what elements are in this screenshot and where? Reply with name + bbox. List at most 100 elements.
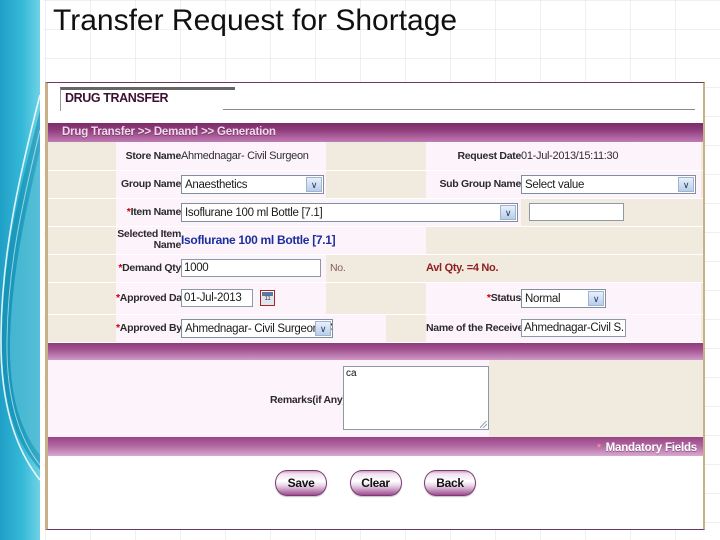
item-name-selected-value: Isoflurane 100 ml Bottle [7.1] <box>185 206 323 219</box>
row-store-name: Store Name Ahmednagar- Civil Surgeon Req… <box>48 142 703 171</box>
header-rule <box>223 109 695 110</box>
chevron-down-icon: ∨ <box>678 176 694 192</box>
row3-right-pad <box>701 198 703 227</box>
approved-date-field-cell: 01-Jul-2013 <box>181 282 326 315</box>
save-button[interactable]: Save <box>275 469 328 496</box>
remarks-label: Remarks(if Any) <box>270 393 346 406</box>
row-demand-qty: *Demand Qty 1000 No. Avl Qty. =4 No. <box>48 254 703 283</box>
status-selected-value: Normal <box>525 292 561 305</box>
slide-canvas: Transfer Request for Shortage DRUG TRANS… <box>0 0 720 540</box>
row-item-name: *Item Name Isoflurane 100 ml Bottle [7.1… <box>48 198 703 227</box>
row6-right-pad <box>701 282 703 315</box>
row4-pad-b <box>521 226 701 255</box>
tab-title: DRUG TRANSFER <box>65 91 169 105</box>
request-date-value-cell: 01-Jul-2013/15:11:30 <box>521 142 701 171</box>
resize-grip-icon[interactable] <box>480 420 487 428</box>
chevron-down-icon: ∨ <box>588 290 604 306</box>
row6-pad-b <box>386 282 426 315</box>
approved-by-select[interactable]: Ahmednagar- Civil Surgeon - Ahmednagar ∨ <box>181 318 333 338</box>
row2-mid-pad2 <box>386 170 426 199</box>
chevron-down-icon: ∨ <box>306 176 322 192</box>
status-field-cell: Normal ∨ <box>521 282 701 315</box>
row2-right-pad <box>701 170 703 199</box>
demand-qty-unit-cell: No. <box>326 254 386 283</box>
mandatory-fields-text: Mandatory Fields <box>605 441 698 454</box>
row5-left-pad <box>48 254 116 283</box>
sub-group-name-label: Sub Group Name <box>426 170 521 199</box>
row2-left-pad <box>48 170 116 199</box>
selected-item-label-line2: Name <box>153 239 182 251</box>
row6-pad-a <box>326 282 386 315</box>
calendar-icon[interactable] <box>260 290 276 306</box>
back-button[interactable]: Back <box>423 469 476 496</box>
row-approved-by: *Approved By Ahmednagar- Civil Surgeon -… <box>48 314 703 343</box>
request-date-label: Request Date <box>426 142 521 171</box>
item-extra-input[interactable] <box>529 203 624 221</box>
row-group-name: Group Name Anaesthetics ∨ Sub Group Name… <box>48 170 703 199</box>
status-label-cell: *Status <box>426 282 522 315</box>
group-name-selected-value: Anaesthetics <box>185 178 248 191</box>
row1-right-pad <box>701 142 703 171</box>
row1-left-pad <box>48 142 116 171</box>
clear-button[interactable]: Clear <box>349 469 402 496</box>
breadcrumb: Drug Transfer >> Demand >> Generation <box>48 123 703 142</box>
row2-mid-pad <box>326 170 386 199</box>
selected-item-value-cell: Isoflurane 100 ml Bottle [7.1] <box>181 226 426 255</box>
row3-left-pad <box>48 198 116 227</box>
store-name-label: Store Name <box>116 142 181 171</box>
remarks-textarea[interactable]: ca <box>343 365 489 430</box>
selected-item-value: Isoflurane 100 ml Bottle [7.1] <box>181 233 336 247</box>
mandatory-fields-bar: * Mandatory Fields <box>48 436 703 456</box>
row5-pad <box>386 254 426 283</box>
item-name-select[interactable]: Isoflurane 100 ml Bottle [7.1] ∨ <box>181 202 518 222</box>
row-selected-item: Selected Item Name Isoflurane 100 ml Bot… <box>48 226 703 255</box>
row4-left-pad <box>48 226 116 255</box>
demand-qty-label: Demand Qty <box>122 262 181 274</box>
demand-qty-input[interactable]: 1000 <box>181 259 321 277</box>
button-row: Save Clear Back <box>48 455 703 528</box>
request-date-value: 01-Jul-2013/15:11:30 <box>521 149 619 162</box>
app-tab-header: DRUG TRANSFER <box>48 83 703 123</box>
group-name-field-cell: Anaesthetics ∨ <box>181 170 326 199</box>
approved-date-label-cell: *Approved Date <box>116 282 191 315</box>
sub-group-name-select[interactable]: Select value ∨ <box>521 174 696 194</box>
row7-right-pad <box>701 314 703 343</box>
sub-group-field-cell: Select value ∨ <box>521 170 701 199</box>
application-screenshot: DRUG TRANSFER Drug Transfer >> Demand >>… <box>45 82 705 530</box>
demand-qty-label-cell: *Demand Qty <box>116 254 181 283</box>
store-name-value-cell: Ahmednagar- Civil Surgeon <box>181 142 326 171</box>
approved-by-selected-value: Ahmednagar- Civil Surgeon - Ahmednagar <box>185 322 332 335</box>
row4-pad-a <box>426 226 521 255</box>
form-table: Store Name Ahmednagar- Civil Surgeon Req… <box>48 142 703 343</box>
item-name-label-cell: *Item Name <box>116 198 182 227</box>
row7-left-pad <box>48 314 116 343</box>
approved-date-input[interactable]: 01-Jul-2013 <box>181 289 253 307</box>
approved-by-field-cell: Ahmednagar- Civil Surgeon - Ahmednagar ∨ <box>181 314 386 343</box>
chevron-down-icon: ∨ <box>315 320 331 336</box>
avl-qty-text: Avl Qty. =4 No. <box>426 262 499 274</box>
group-name-select[interactable]: Anaesthetics ∨ <box>181 174 324 194</box>
form-container: Store Name Ahmednagar- Civil Surgeon Req… <box>48 142 703 343</box>
chevron-down-icon: ∨ <box>500 204 516 220</box>
remarks-right-filler <box>489 359 703 437</box>
row5-right-pad <box>701 254 703 283</box>
mandatory-star-icon: * <box>596 441 602 454</box>
item-name-field-cell: Isoflurane 100 ml Bottle [7.1] ∨ <box>181 198 521 227</box>
store-name-value: Ahmednagar- Civil Surgeon <box>181 149 309 162</box>
row1-mid-pad2 <box>386 142 426 171</box>
demand-qty-field-cell: 1000 <box>181 254 326 283</box>
sub-group-selected-value: Select value <box>525 178 585 191</box>
decorative-left-band <box>0 0 44 540</box>
receiver-field-cell: Ahmednagar-Civil S. <box>521 314 701 343</box>
row7-pad <box>386 314 426 343</box>
item-extra-field-cell <box>521 198 701 227</box>
item-name-label: Item Name <box>130 206 182 218</box>
status-label: Status <box>490 292 522 304</box>
row1-mid-pad <box>326 142 386 171</box>
receiver-input[interactable]: Ahmednagar-Civil S. <box>521 319 626 337</box>
group-name-label: Group Name <box>116 170 181 199</box>
section-divider-bar <box>48 342 703 360</box>
status-select[interactable]: Normal ∨ <box>521 288 606 308</box>
slide-title: Transfer Request for Shortage <box>53 4 458 37</box>
receiver-label: Name of the Receiver <box>426 314 527 343</box>
